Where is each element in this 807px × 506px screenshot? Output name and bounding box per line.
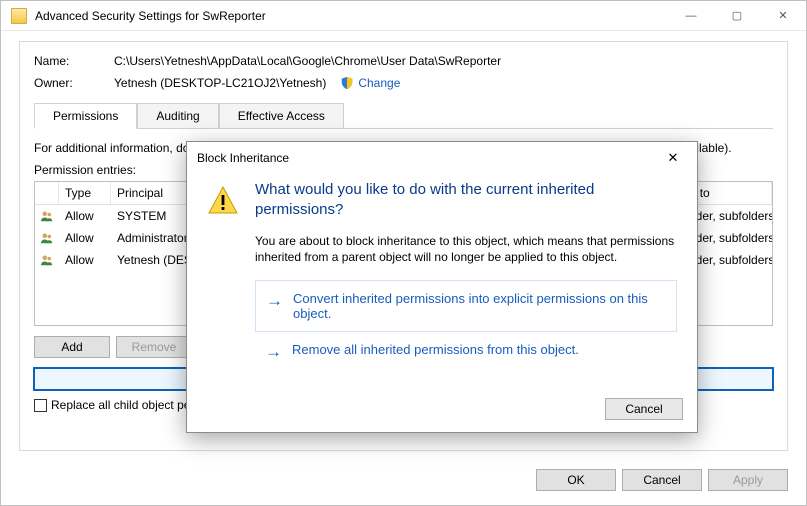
user-icon: [41, 209, 53, 223]
owner-label: Owner:: [34, 76, 114, 90]
remove-button[interactable]: Remove: [116, 336, 192, 358]
block-inheritance-dialog: Block Inheritance ✕ What would you like …: [186, 141, 698, 433]
cancel-button[interactable]: Cancel: [622, 469, 702, 491]
minimize-button[interactable]: —: [668, 1, 714, 31]
user-icon: [41, 231, 53, 245]
apply-button[interactable]: Apply: [708, 469, 788, 491]
maximize-button[interactable]: ▢: [714, 1, 760, 31]
option-remove-label: Remove all inherited permissions from th…: [292, 342, 579, 357]
dialog-cancel-button[interactable]: Cancel: [605, 398, 683, 420]
shield-icon: [340, 76, 354, 90]
folder-icon: [11, 8, 27, 24]
arrow-icon: →: [266, 292, 283, 309]
name-row: Name: C:\Users\Yetnesh\AppData\Local\Goo…: [34, 54, 773, 68]
replace-checkbox[interactable]: [34, 399, 47, 412]
option-convert-label: Convert inherited permissions into expli…: [293, 291, 666, 321]
titlebar: Advanced Security Settings for SwReporte…: [1, 1, 806, 31]
owner-row: Owner: Yetnesh (DESKTOP-LC21OJ2\Yetnesh)…: [34, 76, 773, 90]
dialog-close-button[interactable]: ✕: [659, 148, 687, 168]
owner-value: Yetnesh (DESKTOP-LC21OJ2\Yetnesh): [114, 76, 326, 90]
warning-icon: [207, 184, 239, 216]
dialog-question: What would you like to do with the curre…: [255, 180, 677, 221]
name-value: C:\Users\Yetnesh\AppData\Local\Google\Ch…: [114, 54, 501, 68]
tab-auditing[interactable]: Auditing: [137, 103, 218, 129]
dialog-body: What would you like to do with the curre…: [187, 174, 697, 392]
tab-permissions[interactable]: Permissions: [34, 103, 137, 129]
close-button[interactable]: ✕: [760, 1, 806, 31]
window-controls: — ▢ ✕: [668, 1, 806, 31]
col-type-header[interactable]: Type: [59, 182, 111, 204]
tab-effective-access[interactable]: Effective Access: [219, 103, 344, 129]
dialog-title-text: Block Inheritance: [197, 151, 289, 165]
arrow-icon: →: [265, 343, 282, 360]
dialog-footer: Cancel: [187, 392, 697, 432]
window-title: Advanced Security Settings for SwReporte…: [35, 9, 266, 23]
dialog-titlebar: Block Inheritance ✕: [187, 142, 697, 174]
name-label: Name:: [34, 54, 114, 68]
add-button[interactable]: Add: [34, 336, 110, 358]
option-convert[interactable]: → Convert inherited permissions into exp…: [255, 280, 677, 332]
change-owner-link[interactable]: Change: [358, 76, 400, 90]
ok-button[interactable]: OK: [536, 469, 616, 491]
option-remove[interactable]: → Remove all inherited permissions from …: [255, 332, 677, 370]
dialog-explain: You are about to block inheritance to th…: [255, 233, 677, 267]
user-icon: [41, 253, 53, 267]
tabstrip: Permissions Auditing Effective Access: [34, 102, 773, 128]
window-footer: OK Cancel Apply: [1, 459, 806, 505]
